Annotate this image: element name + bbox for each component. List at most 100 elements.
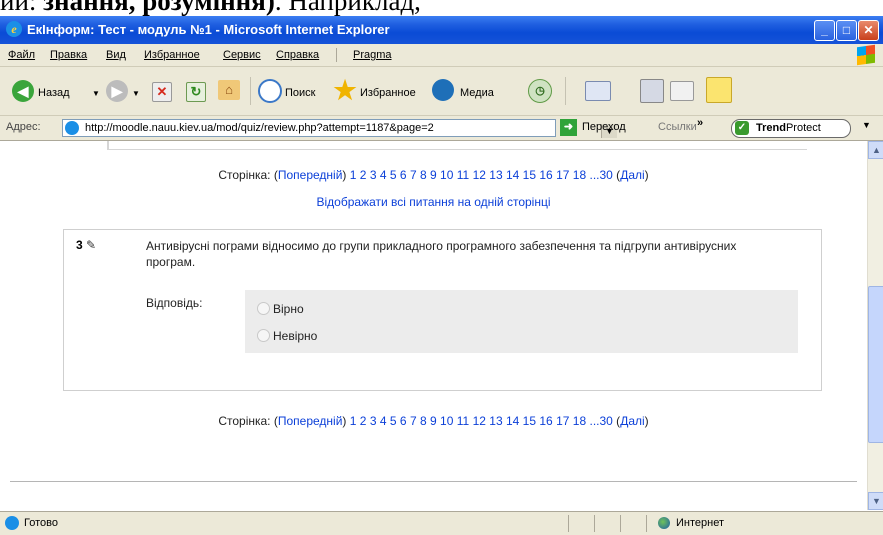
pager-page-link[interactable]: 18 [573, 414, 586, 428]
pager-page-link[interactable]: 12 [473, 168, 486, 182]
pager-page-link[interactable]: 17 [556, 168, 569, 182]
footer-divider [10, 481, 857, 482]
pager-page-link[interactable]: 7 [410, 414, 417, 428]
search-button-label[interactable]: Поиск [285, 87, 315, 99]
pager-page-link[interactable]: 1 [350, 414, 357, 428]
forward-arrow-icon[interactable]: ▶ [106, 80, 128, 102]
trendprotect-button[interactable]: ✓ TrendProtect [731, 119, 851, 138]
pager-page-link[interactable]: 2 [360, 168, 367, 182]
menu-edit[interactable]: Правка [50, 49, 87, 61]
pagination-bottom: Сторінка: (Попередній) 1 2 3 4 5 6 7 8 9… [0, 414, 867, 428]
prev-block-edge [107, 141, 109, 149]
radio-true[interactable] [257, 302, 270, 315]
pager-page-link[interactable]: 10 [440, 414, 453, 428]
pager-page-link[interactable]: 9 [430, 414, 437, 428]
search-icon[interactable] [258, 79, 282, 103]
answer-panel: Вірно Невірно [245, 290, 798, 353]
pager-next-link[interactable]: Далі [620, 414, 644, 428]
menu-favorites[interactable]: Избранное [144, 49, 200, 61]
pager-page-link[interactable]: 7 [410, 168, 417, 182]
home-icon[interactable]: ⌂ [218, 80, 240, 100]
pager-page-link[interactable]: 10 [440, 168, 453, 182]
pager-page-link[interactable]: 4 [380, 414, 387, 428]
option-true[interactable]: Вірно [257, 302, 304, 316]
pager-page-link[interactable]: 3 [370, 168, 377, 182]
mail-icon[interactable] [585, 81, 611, 101]
pager-prev-link[interactable]: Попередній [278, 168, 343, 182]
menu-view[interactable]: Вид [106, 49, 126, 61]
pager-last-link[interactable]: ...30 [589, 168, 612, 182]
pager-page-link[interactable]: 14 [506, 414, 519, 428]
pager-page-link[interactable]: 2 [360, 414, 367, 428]
toolbar-options-icon[interactable]: ▼ [862, 120, 871, 130]
pager-prev-link[interactable]: Попередній [278, 414, 343, 428]
option-false[interactable]: Невірно [257, 329, 317, 343]
pager-page-link[interactable]: 13 [489, 414, 502, 428]
pager-page-link[interactable]: 17 [556, 414, 569, 428]
status-divider [646, 515, 647, 532]
pager-page-link[interactable]: 14 [506, 168, 519, 182]
pager-page-link[interactable]: 4 [380, 168, 387, 182]
pager-page-link[interactable]: 6 [400, 414, 407, 428]
go-arrow-icon[interactable]: ➜ [560, 119, 577, 136]
window-title-bar[interactable]: e ЕкІнформ: Тест - модуль №1 - Microsoft… [0, 16, 883, 44]
scroll-down-icon[interactable]: ▼ [868, 492, 883, 510]
show-all-questions-link[interactable]: Відображати всі питання на одній сторінц… [0, 195, 867, 209]
media-button-label[interactable]: Медиа [460, 87, 494, 99]
pager-page-link[interactable]: 8 [420, 168, 427, 182]
pager-page-link[interactable]: 12 [473, 414, 486, 428]
vertical-scrollbar[interactable]: ▲ ▼ [867, 141, 883, 510]
go-button-label[interactable]: Переход [582, 121, 626, 133]
favorites-button-label[interactable]: Избранное [360, 87, 416, 99]
close-button[interactable]: ✕ [858, 20, 879, 41]
pager-label: Сторінка: ( [218, 168, 278, 182]
menu-pragma[interactable]: Pragma [353, 49, 392, 61]
address-input[interactable]: http://moodle.nauu.kiev.ua/mod/quiz/revi… [62, 119, 617, 138]
back-button-label[interactable]: Назад [38, 87, 70, 99]
minimize-button[interactable]: _ [814, 20, 835, 41]
address-url[interactable]: http://moodle.nauu.kiev.ua/mod/quiz/revi… [85, 122, 434, 134]
pager-page-link[interactable]: 16 [539, 168, 552, 182]
pager-page-link[interactable]: 11 [457, 414, 469, 428]
pager-next-link[interactable]: Далі [620, 168, 644, 182]
scroll-up-icon[interactable]: ▲ [868, 141, 883, 159]
forward-dropdown-icon[interactable]: ▼ [132, 89, 140, 98]
pager-page-link[interactable]: 15 [523, 168, 536, 182]
pager-page-link[interactable]: 8 [420, 414, 427, 428]
pager-page-link[interactable]: 5 [390, 414, 397, 428]
pager-last-link[interactable]: ...30 [589, 414, 612, 428]
option-true-label: Вірно [273, 302, 304, 316]
links-chevron-icon[interactable]: » [697, 117, 703, 129]
maximize-button[interactable]: □ [836, 20, 857, 41]
media-icon[interactable] [432, 79, 454, 101]
pager-paren: ) [342, 168, 350, 182]
history-icon[interactable]: ◷ [528, 79, 552, 103]
status-divider [568, 515, 569, 532]
menu-help[interactable]: Справка [276, 49, 319, 61]
pager-page-link[interactable]: 3 [370, 414, 377, 428]
edit-pencil-icon[interactable]: ✎ [86, 238, 96, 252]
scroll-thumb[interactable] [868, 286, 883, 443]
menu-file[interactable]: Файл [8, 49, 35, 61]
back-arrow-icon[interactable]: ◀ [12, 80, 34, 102]
pagination-top: Сторінка: (Попередній) 1 2 3 4 5 6 7 8 9… [0, 168, 867, 182]
menu-tools[interactable]: Сервис [223, 49, 261, 61]
refresh-icon[interactable]: ↻ [186, 82, 206, 102]
print-icon[interactable] [640, 79, 664, 103]
pager-page-link[interactable]: 11 [457, 168, 469, 182]
pager-page-link[interactable]: 18 [573, 168, 586, 182]
back-dropdown-icon[interactable]: ▼ [92, 89, 100, 98]
radio-false[interactable] [257, 329, 270, 342]
edit-icon[interactable] [670, 81, 694, 101]
pager-page-link[interactable]: 15 [523, 414, 536, 428]
notes-icon[interactable] [706, 77, 732, 103]
favorites-star-icon[interactable]: ★ [332, 77, 358, 103]
pager-page-link[interactable]: 1 [350, 168, 357, 182]
pager-page-link[interactable]: 9 [430, 168, 437, 182]
pager-page-link[interactable]: 5 [390, 168, 397, 182]
stop-icon[interactable]: ✕ [152, 82, 172, 102]
pager-page-link[interactable]: 6 [400, 168, 407, 182]
pager-page-link[interactable]: 16 [539, 414, 552, 428]
pager-page-link[interactable]: 13 [489, 168, 502, 182]
links-label[interactable]: Ссылки [658, 121, 697, 133]
